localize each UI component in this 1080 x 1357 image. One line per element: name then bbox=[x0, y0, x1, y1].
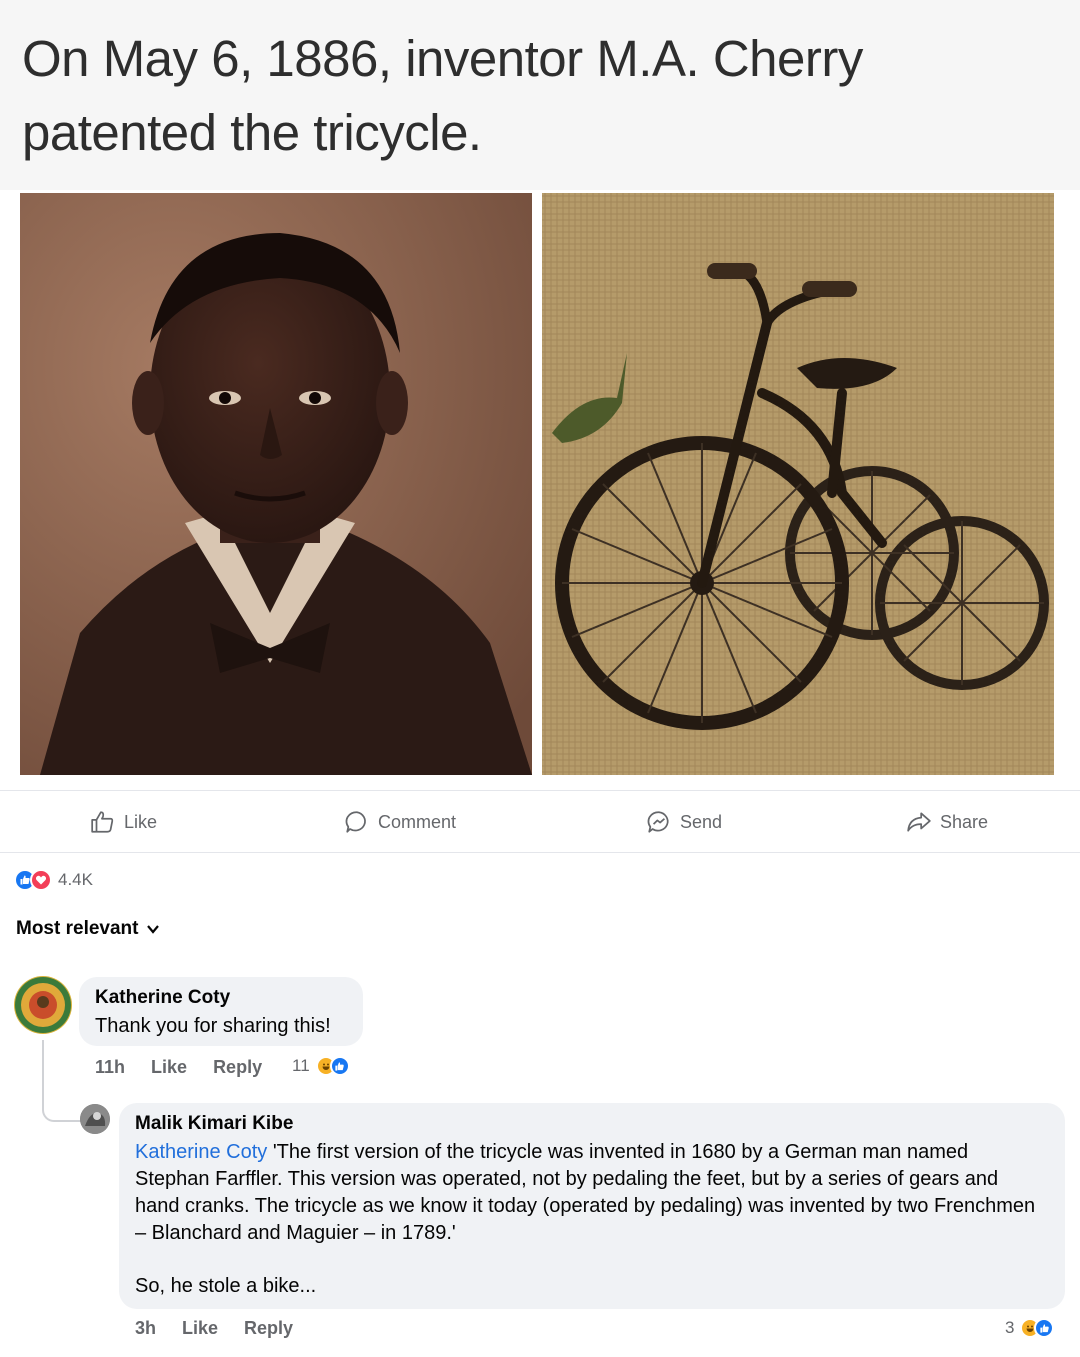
comment-reply-button[interactable]: Reply bbox=[213, 1057, 262, 1078]
comment-text-followup: So, he stole a bike... bbox=[135, 1275, 317, 1297]
share-button[interactable]: Share bbox=[906, 805, 988, 839]
comment-text: Katherine Coty 'The first version of the… bbox=[135, 1139, 1045, 1247]
comment-quote: 'The first version of the tricycle was i… bbox=[135, 1141, 1036, 1244]
comment-bubble: Malik Kimari Kibe Katherine Coty 'The fi… bbox=[119, 1103, 1065, 1309]
comment-reaction-count: 11 bbox=[292, 1056, 310, 1075]
sort-label: Most relevant bbox=[16, 918, 139, 939]
mention-link[interactable]: Katherine Coty bbox=[135, 1141, 267, 1163]
post-action-bar: Like Comment Send Share bbox=[0, 795, 1080, 850]
messenger-icon bbox=[647, 811, 669, 833]
divider bbox=[0, 852, 1080, 853]
comment-label: Comment bbox=[378, 811, 457, 832]
chevron-down-icon bbox=[147, 925, 160, 934]
like-button[interactable]: Like bbox=[90, 805, 157, 839]
comment-text: Thank you for sharing this! bbox=[95, 1015, 331, 1037]
comment-bubble-icon bbox=[345, 811, 366, 833]
comment-meta: 3h Like Reply bbox=[135, 1318, 293, 1339]
send-label: Send bbox=[680, 811, 723, 832]
comment-author[interactable]: Malik Kimari Kibe bbox=[135, 1113, 293, 1135]
comment-author[interactable]: Katherine Coty bbox=[95, 987, 230, 1009]
thread-connector bbox=[42, 1040, 82, 1122]
comment-reactions[interactable]: 3 bbox=[1005, 1318, 1055, 1338]
comment-sort-dropdown[interactable]: Most relevant bbox=[16, 918, 160, 940]
comment-reaction-count: 3 bbox=[1005, 1318, 1015, 1337]
share-label: Share bbox=[940, 811, 989, 832]
divider bbox=[0, 790, 1080, 791]
like-reaction-icon bbox=[1034, 1318, 1055, 1338]
comment-time[interactable]: 11h bbox=[95, 1057, 125, 1078]
send-button[interactable]: Send bbox=[646, 805, 722, 839]
comment-like-button[interactable]: Like bbox=[151, 1057, 187, 1078]
avatar[interactable] bbox=[80, 1104, 110, 1134]
comment-time[interactable]: 3h bbox=[135, 1318, 156, 1339]
thumbs-up-icon bbox=[91, 811, 114, 833]
tricycle-illustration[interactable] bbox=[542, 193, 1054, 775]
love-reaction-icon bbox=[30, 869, 52, 891]
comment-reactions[interactable]: 11 bbox=[292, 1056, 350, 1076]
comment-reply-button[interactable]: Reply bbox=[244, 1318, 293, 1339]
reaction-count: 4.4K bbox=[58, 870, 93, 889]
like-reaction-icon bbox=[329, 1056, 350, 1076]
share-arrow-icon bbox=[907, 812, 931, 832]
like-label: Like bbox=[124, 811, 158, 832]
comment-meta: 11h Like Reply bbox=[95, 1057, 262, 1078]
comment-like-button[interactable]: Like bbox=[182, 1318, 218, 1339]
post-headline: On May 6, 1886, inventor M.A. Cherry pat… bbox=[22, 30, 863, 161]
comment-bubble: Katherine Coty Thank you for sharing thi… bbox=[79, 977, 363, 1046]
post-header: On May 6, 1886, inventor M.A. Cherry pat… bbox=[0, 0, 1080, 190]
portrait-photo[interactable] bbox=[20, 193, 532, 775]
avatar[interactable] bbox=[14, 976, 72, 1034]
comment-button[interactable]: Comment bbox=[344, 805, 456, 839]
reactions-summary[interactable]: 4.4K bbox=[14, 866, 93, 894]
